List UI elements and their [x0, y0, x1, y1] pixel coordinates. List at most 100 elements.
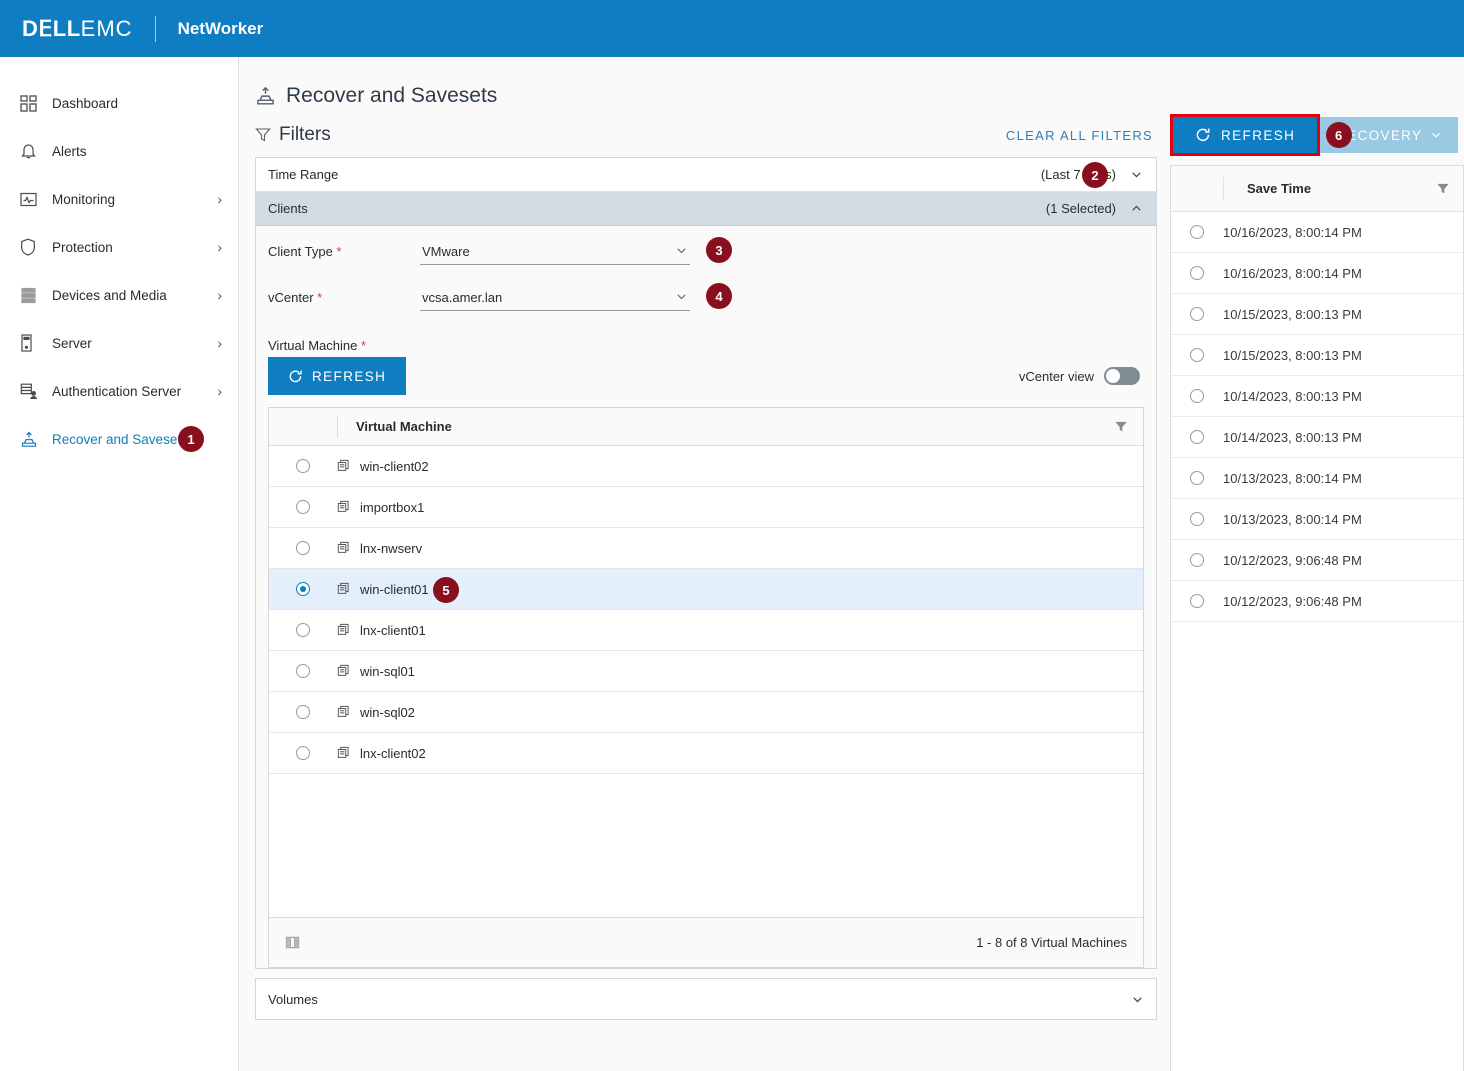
sidebar-item-protection[interactable]: Protection › [0, 223, 238, 271]
radio-button[interactable] [1190, 266, 1204, 280]
vm-row-radio-cell[interactable] [269, 582, 337, 596]
vm-name-label: win-sql01 [360, 664, 415, 679]
vm-name-label: lnx-nwserv [360, 541, 422, 556]
recover-icon [20, 431, 46, 448]
chevron-up-icon[interactable] [1130, 202, 1144, 215]
vm-row-win-sql01[interactable]: win-sql01 [269, 651, 1143, 692]
filters-heading-label: Filters [279, 124, 331, 146]
sidebar-item-alerts[interactable]: Alerts [0, 127, 238, 175]
clients-panel: Client Type * VMware 3 [256, 226, 1156, 968]
funnel-icon [255, 127, 271, 143]
vm-row-radio-cell[interactable] [269, 459, 337, 473]
vm-icon [337, 705, 351, 719]
radio-button[interactable] [296, 664, 310, 678]
vm-row-win-sql02[interactable]: win-sql02 [269, 692, 1143, 733]
client-type-select[interactable]: VMware [420, 240, 690, 265]
radio-button[interactable] [296, 705, 310, 719]
filter-icon[interactable] [1423, 182, 1463, 196]
savetime-row[interactable]: 10/13/2023, 8:00:14 PM [1171, 499, 1463, 540]
savetime-row-radio-cell[interactable] [1171, 594, 1223, 608]
product-name: NetWorker [178, 19, 264, 39]
savetime-row[interactable]: 10/16/2023, 8:00:14 PM [1171, 212, 1463, 253]
savetime-row[interactable]: 10/16/2023, 8:00:14 PM [1171, 253, 1463, 294]
radio-button[interactable] [1190, 348, 1204, 362]
savetime-value: 10/13/2023, 8:00:14 PM [1223, 512, 1362, 527]
radio-button[interactable] [1190, 512, 1204, 526]
savetime-row[interactable]: 10/12/2023, 9:06:48 PM [1171, 581, 1463, 622]
clients-row[interactable]: Clients (1 Selected) [256, 192, 1156, 226]
vm-row-lnx-client02[interactable]: lnx-client02 [269, 733, 1143, 774]
savetime-row[interactable]: 10/14/2023, 8:00:13 PM [1171, 376, 1463, 417]
client-type-value: VMware [422, 244, 470, 259]
savetime-row[interactable]: 10/14/2023, 8:00:13 PM [1171, 417, 1463, 458]
savetime-row-radio-cell[interactable] [1171, 307, 1223, 321]
savetime-row-radio-cell[interactable] [1171, 430, 1223, 444]
vm-row-radio-cell[interactable] [269, 541, 337, 555]
vm-row-radio-cell[interactable] [269, 746, 337, 760]
radio-button[interactable] [296, 541, 310, 555]
savetime-row-radio-cell[interactable] [1171, 471, 1223, 485]
server-icon [20, 334, 46, 352]
sidebar-item-authentication-server[interactable]: Authentication Server › [0, 367, 238, 415]
sidebar-item-devices-and-media[interactable]: Devices and Media › [0, 271, 238, 319]
radio-button[interactable] [1190, 594, 1204, 608]
recovery-button[interactable]: RECOVERY 6 [1320, 117, 1458, 153]
vm-row-win-client02[interactable]: win-client02 [269, 446, 1143, 487]
columns-icon[interactable] [285, 935, 300, 950]
auth-server-icon [20, 382, 46, 400]
refresh-button[interactable]: REFRESH [1170, 114, 1320, 156]
savetime-row[interactable]: 10/15/2023, 8:00:13 PM [1171, 294, 1463, 335]
savetime-row-radio-cell[interactable] [1171, 266, 1223, 280]
vm-icon [337, 582, 351, 596]
vm-row-radio-cell[interactable] [269, 623, 337, 637]
sidebar-item-recover-and-savesets[interactable]: Recover and Savesets 1 [0, 415, 238, 463]
chevron-down-icon[interactable] [1130, 168, 1144, 181]
radio-button[interactable] [296, 459, 310, 473]
vm-icon [337, 623, 351, 637]
savetime-value: 10/15/2023, 8:00:13 PM [1223, 348, 1362, 363]
vm-row-importbox1[interactable]: importbox1 [269, 487, 1143, 528]
vm-row-lnx-client01[interactable]: lnx-client01 [269, 610, 1143, 651]
savetime-row[interactable]: 10/13/2023, 8:00:14 PM [1171, 458, 1463, 499]
clear-all-filters-button[interactable]: CLEAR ALL FILTERS [1006, 128, 1157, 143]
savetime-row-radio-cell[interactable] [1171, 348, 1223, 362]
radio-button[interactable] [1190, 307, 1204, 321]
savetime-table-header: Save Time [1171, 166, 1463, 212]
radio-button[interactable] [1190, 389, 1204, 403]
savetime-row[interactable]: 10/15/2023, 8:00:13 PM [1171, 335, 1463, 376]
time-range-row[interactable]: Time Range (Last 7 days) 2 [256, 158, 1156, 192]
savetime-value: 10/14/2023, 8:00:13 PM [1223, 389, 1362, 404]
filter-icon[interactable] [1099, 420, 1143, 434]
vcenter-select[interactable]: vcsa.amer.lan [420, 286, 690, 311]
vm-name-label: lnx-client01 [360, 623, 426, 638]
vm-row-name-cell: lnx-client02 [337, 746, 426, 761]
radio-button[interactable] [296, 500, 310, 514]
vm-row-radio-cell[interactable] [269, 705, 337, 719]
savetime-row-radio-cell[interactable] [1171, 225, 1223, 239]
radio-button[interactable] [1190, 430, 1204, 444]
vm-row-radio-cell[interactable] [269, 664, 337, 678]
savetime-row-radio-cell[interactable] [1171, 553, 1223, 567]
sidebar-item-dashboard[interactable]: Dashboard [0, 79, 238, 127]
volumes-row[interactable]: Volumes [255, 978, 1157, 1020]
radio-button[interactable] [1190, 471, 1204, 485]
radio-button[interactable] [1190, 553, 1204, 567]
sidebar-item-monitoring[interactable]: Monitoring › [0, 175, 238, 223]
vcenter-view-toggle[interactable] [1104, 367, 1140, 385]
vm-row-radio-cell[interactable] [269, 500, 337, 514]
chevron-down-icon [675, 290, 688, 303]
chevron-down-icon[interactable] [1131, 993, 1144, 1006]
radio-button[interactable] [296, 623, 310, 637]
sidebar-item-server[interactable]: Server › [0, 319, 238, 367]
vm-row-lnx-nwserv[interactable]: lnx-nwserv [269, 528, 1143, 569]
radio-button[interactable] [296, 746, 310, 760]
chevron-right-icon: › [217, 288, 222, 302]
savetime-row-radio-cell[interactable] [1171, 389, 1223, 403]
vm-refresh-button[interactable]: REFRESH [268, 357, 406, 395]
radio-button[interactable] [296, 582, 310, 596]
savetime-row[interactable]: 10/12/2023, 9:06:48 PM [1171, 540, 1463, 581]
radio-button[interactable] [1190, 225, 1204, 239]
savetime-row-radio-cell[interactable] [1171, 512, 1223, 526]
savetime-value: 10/12/2023, 9:06:48 PM [1223, 553, 1362, 568]
vm-row-win-client01[interactable]: win-client015 [269, 569, 1143, 610]
